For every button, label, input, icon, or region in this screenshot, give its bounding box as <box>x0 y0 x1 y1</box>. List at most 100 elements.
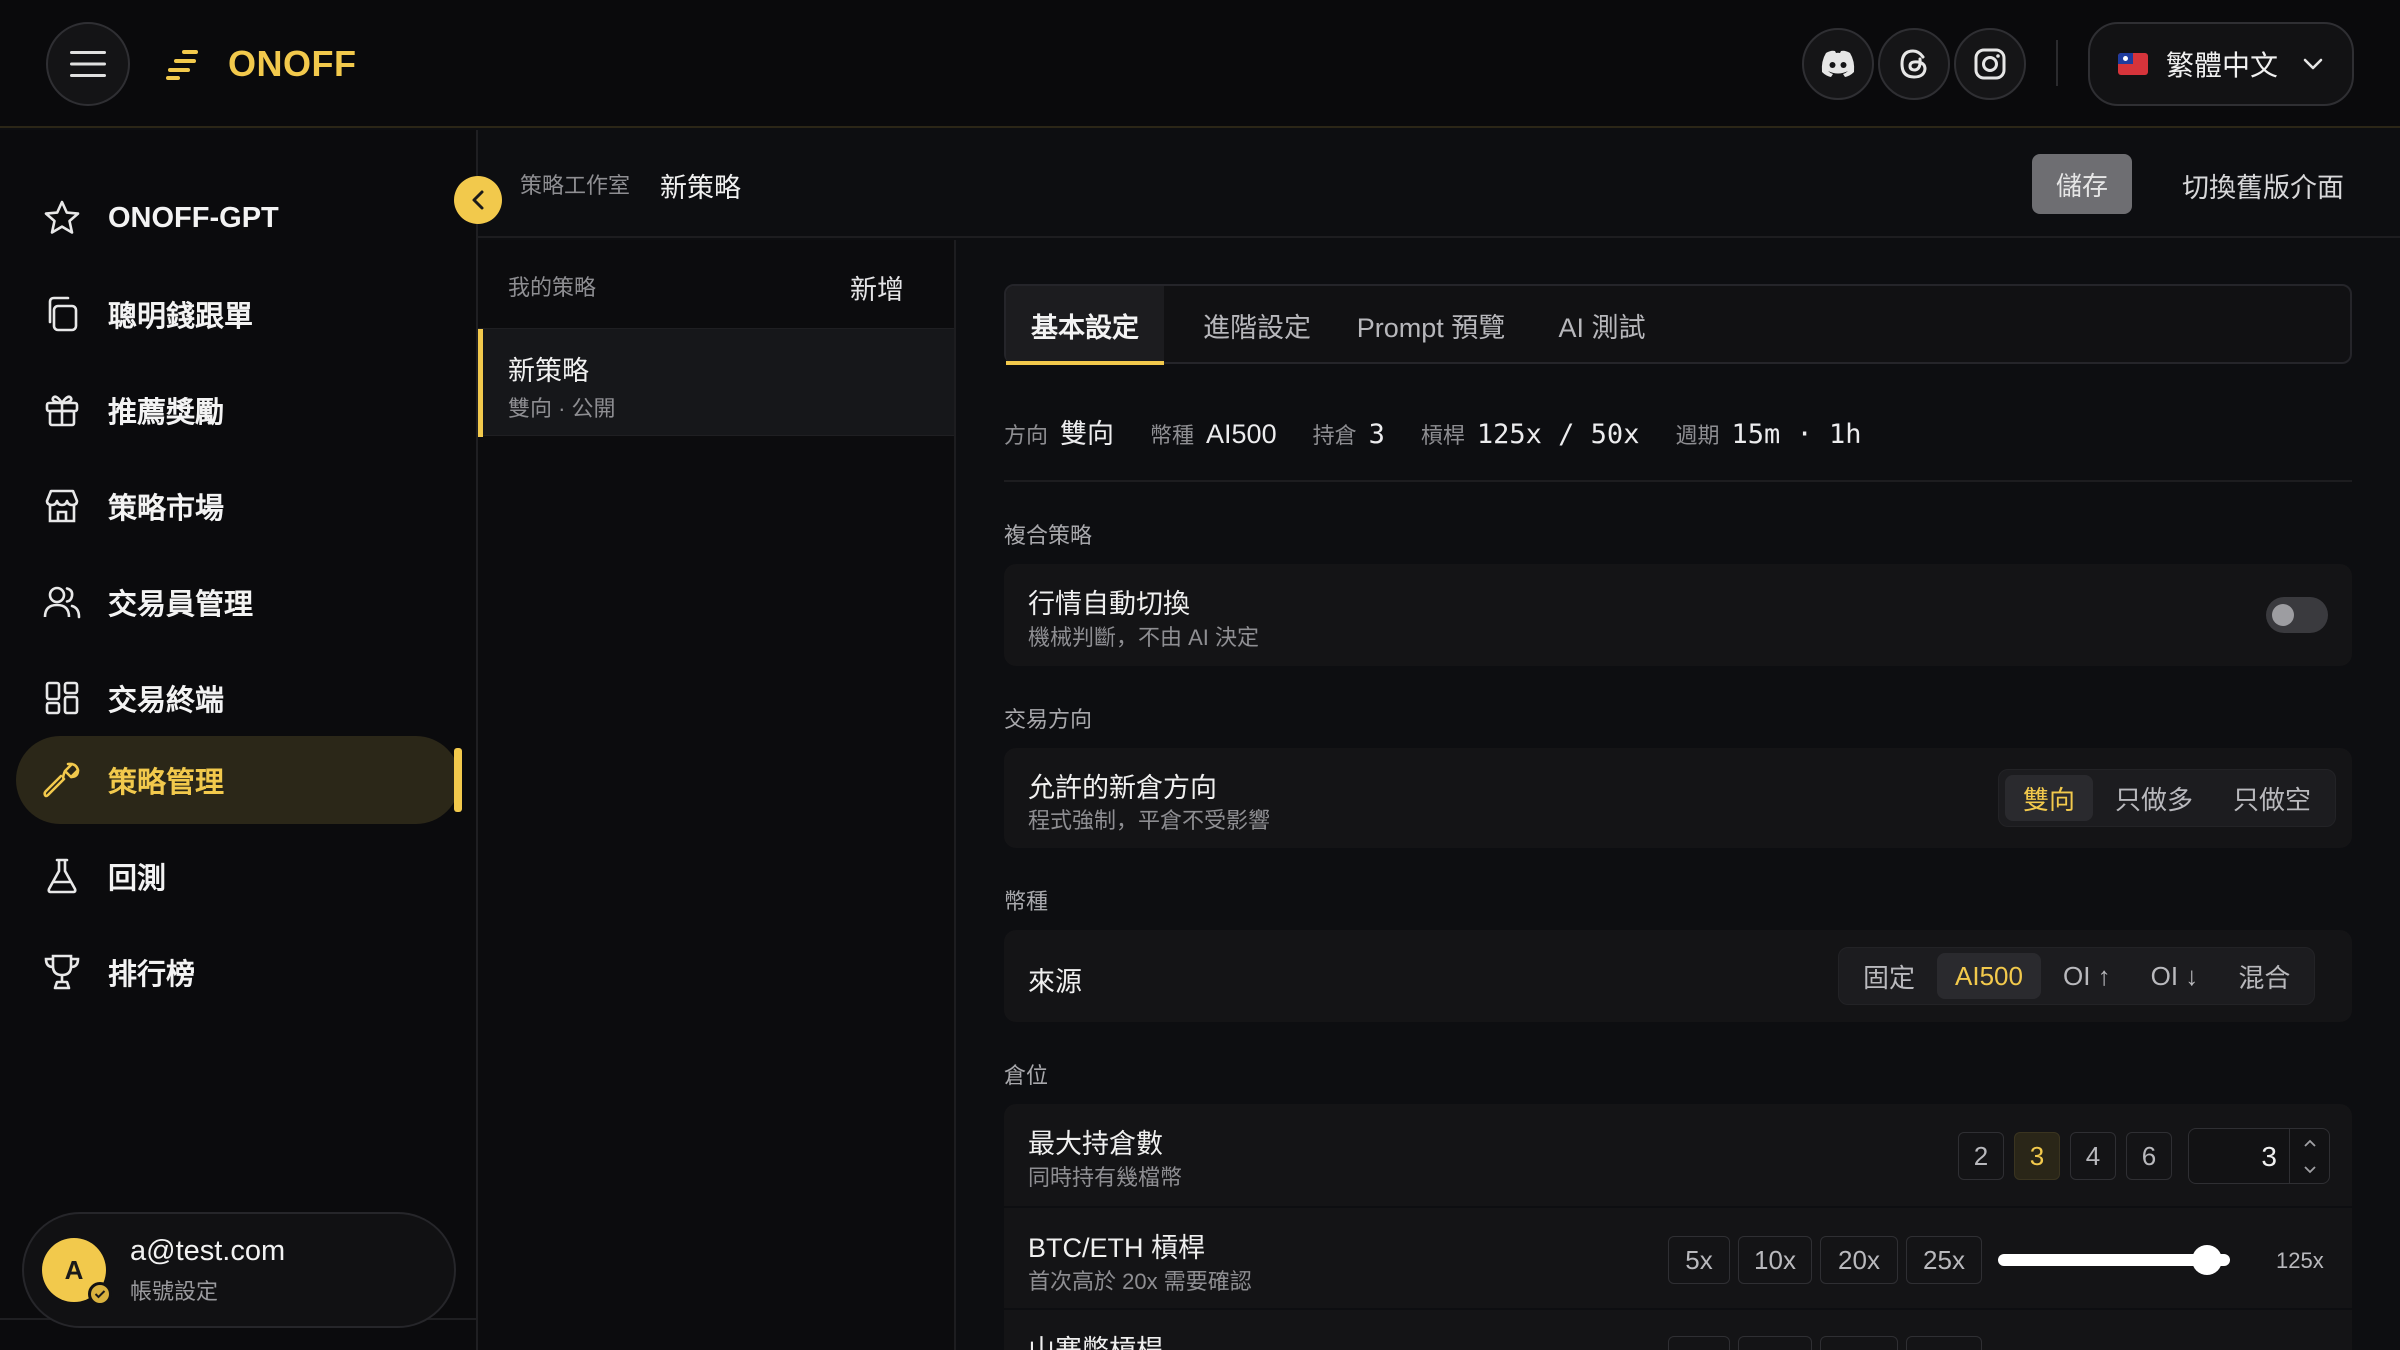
sidebar-item-referral[interactable]: 推薦獎勵 <box>16 366 460 454</box>
chevron-up-icon[interactable] <box>2303 1138 2317 1148</box>
summary-direction-key: 方向 <box>1004 423 1049 448</box>
instagram-icon <box>1974 48 2006 80</box>
coin-source-option-oi-up[interactable]: OI ↑ <box>2045 953 2129 999</box>
save-button[interactable]: 儲存 <box>2032 154 2132 214</box>
sidebar-item-label: 推薦獎勵 <box>108 397 225 429</box>
direction-subtitle: 程式強制，平倉不受影響 <box>1028 808 1271 833</box>
summary-divider <box>1004 480 2352 482</box>
summary-coin-key: 幣種 <box>1150 423 1195 448</box>
sidebar-item-traders[interactable]: 交易員管理 <box>16 558 460 646</box>
max-positions-stepper[interactable]: 3 <box>2188 1128 2330 1184</box>
sidebar-item-terminal[interactable]: 交易終端 <box>16 654 460 742</box>
row-divider <box>1004 1308 2352 1310</box>
grid-icon <box>40 676 84 720</box>
max-positions-subtitle: 同時持有幾檔幣 <box>1028 1165 1183 1190</box>
direction-option-long-only[interactable]: 只做多 <box>2097 775 2211 821</box>
sidebar-item-label: 回測 <box>108 863 167 895</box>
sidebar-item-onoff-gpt[interactable]: ONOFF-GPT <box>16 174 460 262</box>
section-composite-title: 複合策略 <box>1004 523 1093 548</box>
coin-source-option-oi-down[interactable]: OI ↓ <box>2133 953 2217 999</box>
chevron-down-icon[interactable] <box>2303 1165 2317 1175</box>
language-selector[interactable]: 繁體中文 <box>2088 22 2354 106</box>
active-indicator <box>454 748 462 812</box>
tab-basic-settings[interactable]: 基本設定 <box>1006 286 1164 365</box>
breadcrumb: 策略工作室 新策略 儲存 切換舊版介面 <box>478 130 2400 238</box>
hamburger-menu-button[interactable] <box>46 22 130 106</box>
selected-indicator <box>478 329 483 437</box>
btc-eth-leverage-title: BTC/ETH 槓桿 <box>1028 1233 1206 1263</box>
summary-coin-value: AI500 <box>1206 419 1277 449</box>
sidebar-item-label: 聰明錢跟單 <box>108 301 254 333</box>
store-icon <box>40 484 84 528</box>
coin-source-segmented-control: 固定 AI500 OI ↑ OI ↓ 混合 <box>1838 947 2316 1005</box>
sidebar-item-label: ONOFF-GPT <box>108 201 279 234</box>
summary-leverage-value: 125x / 50x <box>1476 419 1640 450</box>
tab-prompt-preview[interactable]: Prompt 預覽 <box>1348 286 1514 364</box>
coin-source-option-ai500[interactable]: AI500 <box>1937 953 2041 999</box>
avatar: A <box>42 1238 112 1306</box>
tab-ai-test[interactable]: AI 測試 <box>1536 286 1668 364</box>
sidebar-item-market[interactable]: 策略市場 <box>16 462 460 550</box>
summary-timeframe-key: 週期 <box>1675 423 1720 448</box>
sidebar-item-label: 策略管理 <box>108 767 225 799</box>
direction-card: 允許的新倉方向 程式強制，平倉不受影響 雙向 只做多 只做空 <box>1004 748 2352 848</box>
auto-switch-title: 行情自動切換 <box>1028 589 1190 619</box>
discord-button[interactable] <box>1802 28 1874 100</box>
summary-timeframe-value: 15m · 1h <box>1731 419 1862 450</box>
max-positions-preset-6[interactable]: 6 <box>2126 1132 2172 1180</box>
add-strategy-button[interactable]: 新增 <box>850 268 904 307</box>
coin-source-option-mixed[interactable]: 混合 <box>2220 953 2308 999</box>
list-item[interactable]: 新策略 雙向 · 公開 <box>478 328 954 437</box>
sidebar-item-label: 交易員管理 <box>108 589 254 621</box>
chevron-left-icon <box>472 190 484 210</box>
leverage-preset-20x[interactable]: 20x <box>1820 1236 1898 1284</box>
switch-legacy-ui-button[interactable]: 切換舊版介面 <box>2182 166 2344 205</box>
header-divider <box>2056 40 2058 86</box>
auto-switch-subtitle: 機械判斷，不由 AI 決定 <box>1028 625 1260 650</box>
sidebar-item-leaderboard[interactable]: 排行榜 <box>16 928 460 1016</box>
auto-switch-toggle[interactable] <box>2266 597 2328 633</box>
section-coins-title: 幣種 <box>1004 889 1049 914</box>
direction-segmented-control: 雙向 只做多 只做空 <box>1998 769 2337 827</box>
discord-icon <box>1821 50 1855 77</box>
brand-name: ONOFF <box>228 43 357 84</box>
auto-switch-card: 行情自動切換 機械判斷，不由 AI 決定 <box>1004 564 2352 666</box>
sidebar-item-smart-money[interactable]: 聰明錢跟單 <box>16 270 460 358</box>
direction-option-short-only[interactable]: 只做空 <box>2215 775 2329 821</box>
coin-source-option-fixed[interactable]: 固定 <box>1845 953 1933 999</box>
my-strategies-heading: 我的策略 <box>508 275 597 300</box>
leverage-preset-10x[interactable]: 10x <box>1738 1236 1812 1284</box>
row-divider <box>1004 1206 2352 1208</box>
leverage-value: 125x <box>2276 1248 2324 1273</box>
leverage-preset-25x[interactable]: 25x <box>1906 1236 1982 1284</box>
max-positions-preset-3[interactable]: 3 <box>2014 1132 2060 1180</box>
user-account-card[interactable]: A a@test.com 帳號設定 <box>22 1212 456 1328</box>
instagram-button[interactable] <box>1954 28 2026 100</box>
threads-button[interactable] <box>1878 28 1950 100</box>
alt-leverage-preset[interactable] <box>1906 1336 1982 1350</box>
alt-leverage-preset[interactable] <box>1738 1336 1812 1350</box>
leverage-slider-thumb[interactable] <box>2191 1245 2222 1275</box>
collapse-sidebar-button[interactable] <box>454 176 502 224</box>
tab-advanced-settings[interactable]: 進階設定 <box>1192 286 1322 364</box>
users-icon <box>40 580 84 624</box>
alt-leverage-preset[interactable] <box>1820 1336 1898 1350</box>
max-positions-preset-4[interactable]: 4 <box>2070 1132 2116 1180</box>
flask-icon <box>40 854 84 898</box>
brand-logo[interactable]: ONOFF <box>164 36 356 92</box>
breadcrumb-root[interactable]: 策略工作室 <box>520 168 630 200</box>
verified-badge-icon <box>88 1282 112 1306</box>
user-info: a@test.com 帳號設定 <box>130 1235 285 1306</box>
leverage-preset-5x[interactable]: 5x <box>1668 1236 1730 1284</box>
stepper-arrows[interactable] <box>2289 1129 2329 1183</box>
sidebar-item-backtest[interactable]: 回測 <box>16 832 460 920</box>
summary-direction-value: 雙向 <box>1060 419 1115 449</box>
direction-option-both[interactable]: 雙向 <box>2005 775 2094 821</box>
sidebar-item-strategy-management[interactable]: 策略管理 <box>16 736 460 824</box>
section-position-title: 倉位 <box>1004 1063 1049 1088</box>
max-positions-preset-2[interactable]: 2 <box>1958 1132 2004 1180</box>
alt-leverage-preset[interactable] <box>1668 1336 1730 1350</box>
position-card: 最大持倉數 同時持有幾檔幣 2 3 4 6 3 BTC/ETH 槓桿 首次高於 … <box>1004 1104 2352 1350</box>
strategy-meta: 雙向 · 公開 <box>508 396 616 421</box>
language-label: 繁體中文 <box>2166 50 2279 81</box>
